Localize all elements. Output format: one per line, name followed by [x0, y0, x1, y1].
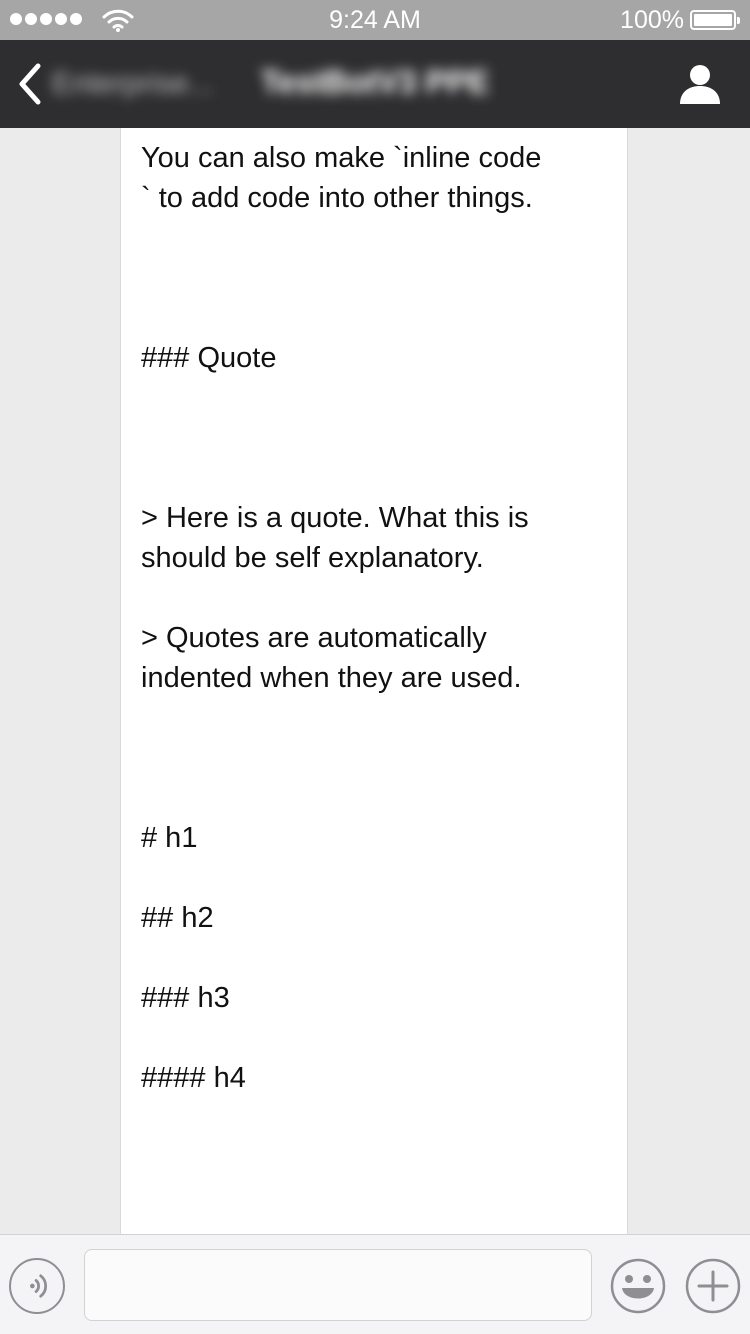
- message-line: indented when they are used.: [141, 662, 522, 694]
- message-line: #### h4: [141, 1062, 246, 1094]
- message-line: [141, 1018, 609, 1058]
- emoji-icon[interactable]: [610, 1258, 666, 1314]
- message-line: ## h2: [141, 902, 214, 934]
- message-line: [141, 378, 609, 418]
- battery-icon: [690, 10, 740, 30]
- message-line: ### h3: [141, 982, 230, 1014]
- bot-message-card: You can also make `inline code ` to add c…: [120, 128, 628, 1234]
- voice-icon[interactable]: [9, 1258, 65, 1314]
- message-line: should be self explanatory.: [141, 542, 484, 574]
- navigation-bar: Enterprise... TestBotV3 PPE: [0, 40, 750, 128]
- person-icon[interactable]: [678, 64, 722, 104]
- message-line: [141, 218, 609, 258]
- message-line: [141, 458, 609, 498]
- message-line: [141, 778, 609, 818]
- message-line: [141, 298, 609, 338]
- message-line: # h1: [141, 822, 198, 854]
- message-line: [141, 858, 609, 898]
- chat-area[interactable]: You can also make `inline code ` to add c…: [0, 128, 750, 1234]
- message-text: You can also make `inline code ` to add c…: [141, 138, 609, 1098]
- message-line: > Here is a quote. What this is: [141, 502, 529, 534]
- plus-icon[interactable]: [685, 1258, 741, 1314]
- message-line: ### Quote: [141, 342, 277, 374]
- input-bar: [0, 1234, 750, 1334]
- battery-percent: 100%: [620, 6, 684, 34]
- message-line: [141, 738, 609, 778]
- status-bar: 9:24 AM 100%: [0, 0, 750, 40]
- message-input[interactable]: [84, 1249, 592, 1321]
- message-line: [141, 258, 609, 298]
- message-line: [141, 698, 609, 738]
- message-line: > Quotes are automatically: [141, 622, 487, 654]
- message-line: ` to add code into other things.: [141, 182, 533, 214]
- message-line: [141, 578, 609, 618]
- message-line: [141, 938, 609, 978]
- message-line: [141, 418, 609, 458]
- chat-title: TestBotV3 PPE: [260, 64, 490, 100]
- message-line: You can also make `inline code: [141, 142, 542, 174]
